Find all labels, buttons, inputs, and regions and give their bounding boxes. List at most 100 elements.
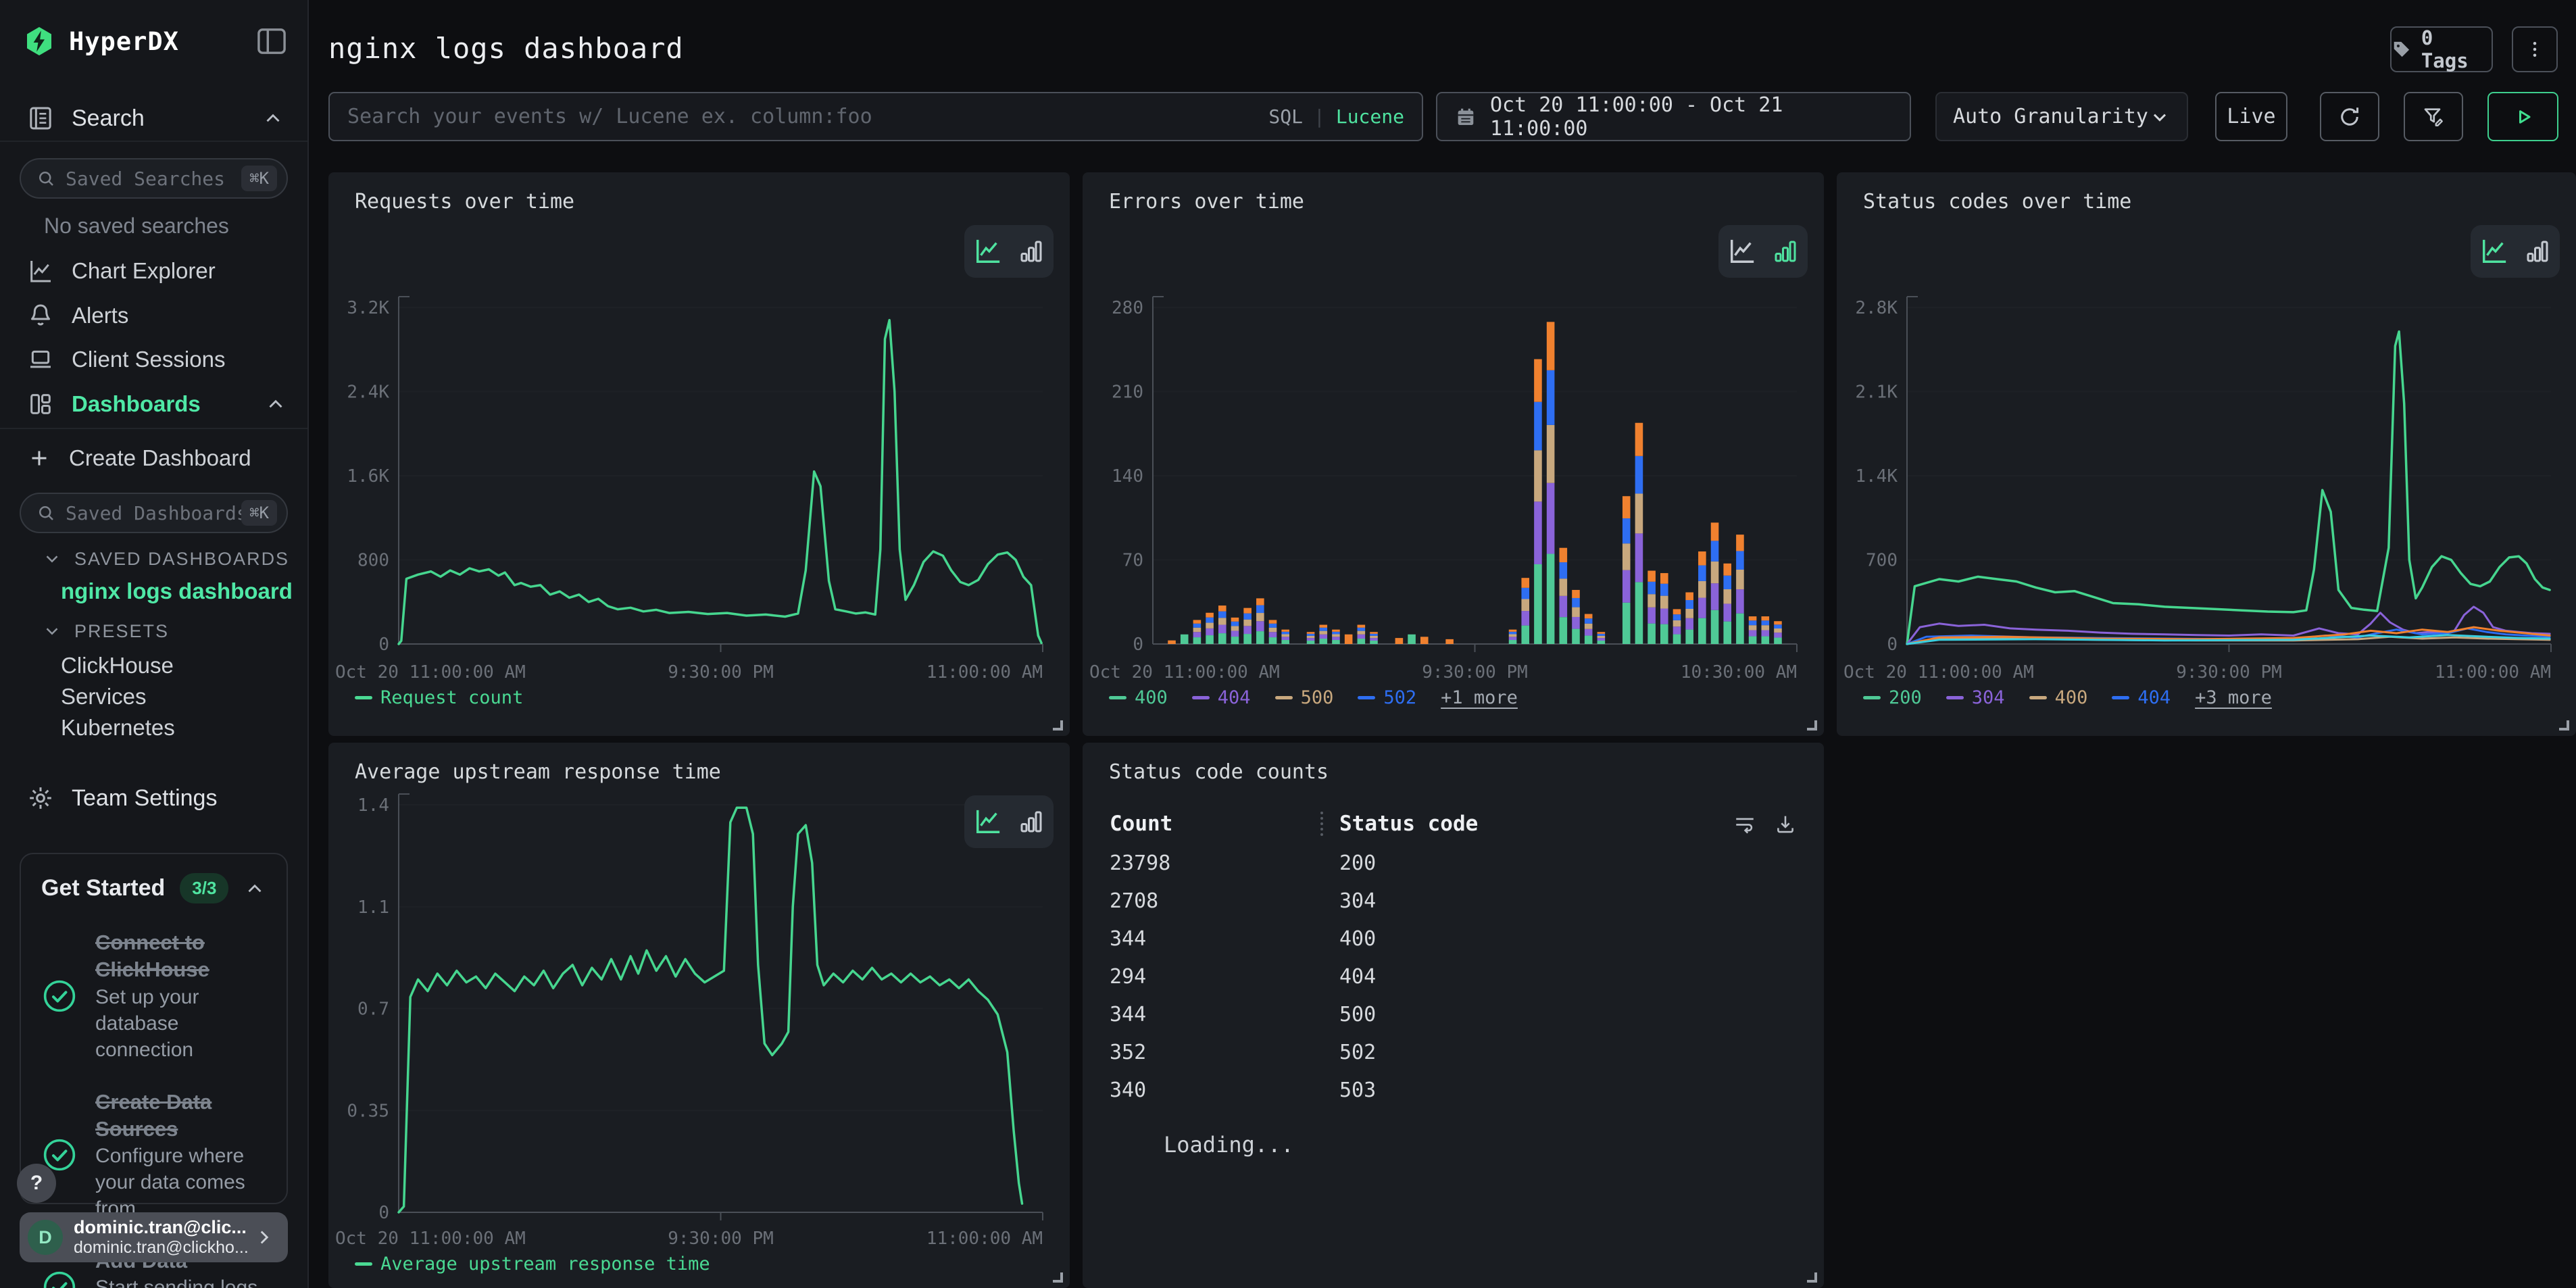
panel-resize-handle[interactable]: [1053, 720, 1063, 730]
legend-item[interactable]: 200: [1863, 687, 1922, 708]
panel-title: Status code counts: [1109, 760, 1329, 784]
legend-item[interactable]: 400: [2029, 687, 2088, 708]
run-query-button[interactable]: [2487, 92, 2558, 141]
sidebar-item-alerts[interactable]: Alerts: [0, 293, 307, 338]
user-menu[interactable]: D dominic.tran@clic... dominic.tran@clic…: [20, 1212, 288, 1262]
user-name: dominic.tran@clic...: [74, 1217, 253, 1238]
bar-chart-toggle-icon[interactable]: [1017, 237, 1045, 266]
svg-text:0.7: 0.7: [357, 999, 389, 1020]
sql-mode-toggle[interactable]: SQL: [1268, 105, 1303, 128]
tags-button[interactable]: 0 Tags: [2390, 26, 2493, 72]
bar-chart-toggle-icon[interactable]: [2523, 237, 2552, 266]
download-icon[interactable]: [1774, 812, 1797, 835]
get-started-card: Get Started 3/3 Connect to ClickHouse Se…: [20, 853, 288, 1204]
legend-item[interactable]: Request count: [355, 687, 523, 708]
team-settings-label: Team Settings: [72, 785, 217, 812]
hyperdx-logo-icon: [23, 25, 55, 57]
legend-item[interactable]: 400: [1109, 687, 1168, 708]
section-label: PRESETS: [74, 621, 169, 642]
get-started-step[interactable]: Create Data Sources Configure where your…: [41, 1089, 266, 1222]
panel-resize-handle[interactable]: [2559, 720, 2569, 730]
table-row[interactable]: 2708304: [1110, 882, 1797, 920]
filter-button[interactable]: [2404, 92, 2463, 141]
chevron-up-icon[interactable]: [243, 877, 266, 900]
cell-status-code: 502: [1339, 1041, 1376, 1064]
event-search-input[interactable]: SQL | Lucene: [328, 92, 1423, 141]
presets-section[interactable]: PRESETS: [0, 614, 307, 649]
saved-dashboards-field[interactable]: [66, 502, 241, 524]
panel-resize-handle[interactable]: [1807, 720, 1817, 730]
legend-item[interactable]: Average upstream response time: [355, 1254, 710, 1274]
table-row[interactable]: 344500: [1110, 995, 1797, 1033]
legend-more[interactable]: +3 more: [2195, 687, 2272, 708]
tags-label: 0 Tags: [2421, 26, 2492, 72]
bar-chart-toggle-icon[interactable]: [1771, 237, 1800, 266]
legend-item[interactable]: 502: [1358, 687, 1416, 708]
panel-resize-handle[interactable]: [1807, 1272, 1817, 1283]
get-started-progress-badge: 3/3: [180, 873, 228, 903]
table-row[interactable]: 344400: [1110, 920, 1797, 958]
line-chart-toggle-icon[interactable]: [1727, 237, 1758, 266]
sidebar-item-search[interactable]: Search: [0, 95, 307, 142]
column-header-count[interactable]: Count: [1110, 812, 1320, 836]
sidebar-item-clickhouse[interactable]: ClickHouse: [0, 648, 307, 683]
sidebar-item-kubernetes[interactable]: Kubernetes: [0, 710, 307, 745]
lucene-mode-toggle[interactable]: Lucene: [1336, 105, 1404, 128]
check-circle-icon: [41, 978, 78, 1014]
line-chart-toggle-icon[interactable]: [972, 237, 1004, 266]
svg-text:0.35: 0.35: [347, 1101, 389, 1121]
step-title: Create Data Sources: [95, 1089, 266, 1143]
create-dashboard-button[interactable]: Create Dashboard: [0, 436, 307, 480]
cell-status-code: 200: [1339, 851, 1376, 875]
collapse-sidebar-icon[interactable]: [256, 27, 287, 55]
bar-chart-toggle-icon[interactable]: [1017, 808, 1045, 836]
line-chart-toggle-icon[interactable]: [2479, 237, 2510, 266]
sidebar-item-nginx-logs-dashboard[interactable]: nginx logs dashboard: [0, 574, 307, 609]
svg-text:280: 280: [1112, 298, 1143, 318]
line-chart-toggle-icon[interactable]: [972, 808, 1004, 836]
sidebar-item-client-sessions[interactable]: Client Sessions: [0, 337, 307, 382]
saved-dashboards-section[interactable]: SAVED DASHBOARDS: [0, 541, 307, 576]
table-row[interactable]: 352502: [1110, 1033, 1797, 1071]
table-row[interactable]: 340503: [1110, 1071, 1797, 1109]
column-header-status-code[interactable]: Status code: [1339, 812, 1478, 836]
saved-searches-field[interactable]: [66, 168, 241, 190]
get-started-title: Get Started: [41, 875, 165, 901]
column-resize-handle[interactable]: [1320, 812, 1323, 836]
cell-status-code: 404: [1339, 965, 1376, 989]
svg-text:Oct 20 11:00:00 AM: Oct 20 11:00:00 AM: [1843, 662, 2034, 683]
sidebar-item-services[interactable]: Services: [0, 679, 307, 714]
search-section-label: Search: [72, 105, 145, 132]
saved-searches-input[interactable]: ⌘K: [20, 158, 288, 199]
date-range-picker[interactable]: Oct 20 11:00:00 - Oct 21 11:00:00: [1436, 92, 1911, 141]
table-row[interactable]: 294404: [1110, 958, 1797, 995]
help-button[interactable]: ?: [17, 1164, 56, 1203]
legend-item[interactable]: 304: [1946, 687, 2005, 708]
table-row[interactable]: 23798200: [1110, 844, 1797, 882]
sidebar-item-team-settings[interactable]: Team Settings: [0, 774, 307, 822]
legend-item[interactable]: 404: [2112, 687, 2171, 708]
svg-text:3.2K: 3.2K: [347, 298, 389, 318]
panel-resize-handle[interactable]: [1053, 1272, 1063, 1283]
get-started-step[interactable]: Connect to ClickHouse Set up your databa…: [41, 929, 266, 1063]
sidebar-item-label: Client Sessions: [72, 347, 225, 372]
dashboard-menu-button[interactable]: [2512, 26, 2558, 72]
live-button[interactable]: Live: [2215, 92, 2287, 141]
svg-text:1.6K: 1.6K: [347, 466, 389, 487]
chart-legend: Request count: [355, 687, 523, 708]
saved-dashboards-input[interactable]: ⌘K: [20, 493, 288, 533]
sidebar-item-chart-explorer[interactable]: Chart Explorer: [0, 249, 307, 293]
legend-item[interactable]: 404: [1192, 687, 1251, 708]
granularity-select[interactable]: Auto Granularity: [1935, 92, 2188, 141]
loading-indicator: Loading...: [1164, 1132, 1294, 1158]
table-header: Count Status code: [1110, 808, 1797, 840]
sidebar-item-dashboards[interactable]: Dashboards: [0, 382, 307, 426]
cell-status-code: 400: [1339, 927, 1376, 951]
refresh-button[interactable]: [2320, 92, 2379, 141]
event-search-field[interactable]: [347, 105, 1268, 128]
wrap-lines-icon[interactable]: [1733, 812, 1756, 835]
legend-item[interactable]: 500: [1275, 687, 1334, 708]
chart-legend: 200 304 400 404 +3 more: [1863, 687, 2272, 708]
legend-more[interactable]: +1 more: [1441, 687, 1518, 708]
svg-text:0: 0: [378, 635, 389, 655]
